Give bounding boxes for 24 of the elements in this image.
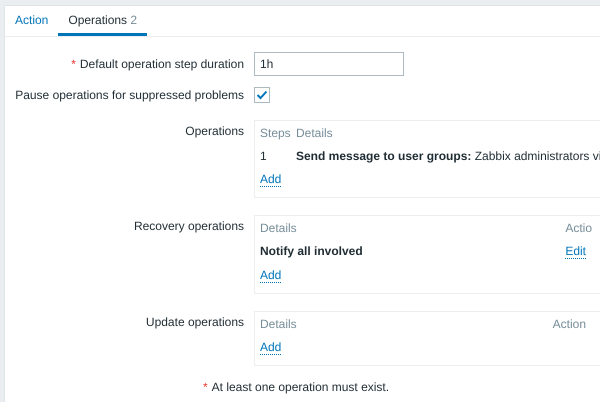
tab[interactable]: Operations 2 xyxy=(58,6,148,36)
column-header: Details xyxy=(296,126,334,140)
checkbox[interactable] xyxy=(254,87,270,103)
field-label: Recovery operations xyxy=(134,219,244,233)
field-label: Default operation step duration xyxy=(80,57,244,71)
column-header: Details xyxy=(260,221,298,235)
field-label: Pause operations for suppressed problems xyxy=(15,88,244,102)
column-header: Action xyxy=(552,317,586,331)
field-label: Operations xyxy=(185,124,244,138)
add-link[interactable]: Add xyxy=(260,268,282,283)
table-cell-text: Notify all involved xyxy=(260,244,364,259)
note-text: At least one operation must exist. xyxy=(212,380,390,394)
required-asterisk: * xyxy=(203,380,208,394)
column-header: Actio xyxy=(565,221,592,235)
required-asterisk: * xyxy=(71,57,76,71)
column-header: Details xyxy=(260,317,298,331)
add-link[interactable]: Add xyxy=(260,340,282,355)
field-label: Update operations xyxy=(146,315,244,329)
table-cell-text: 1 xyxy=(260,149,268,163)
add-link[interactable]: Add xyxy=(260,172,282,187)
edit-link[interactable]: Edit xyxy=(565,244,586,259)
column-header: Steps xyxy=(260,126,292,140)
tab[interactable]: Action xyxy=(5,6,58,36)
input-field[interactable]: 1h xyxy=(254,52,404,76)
